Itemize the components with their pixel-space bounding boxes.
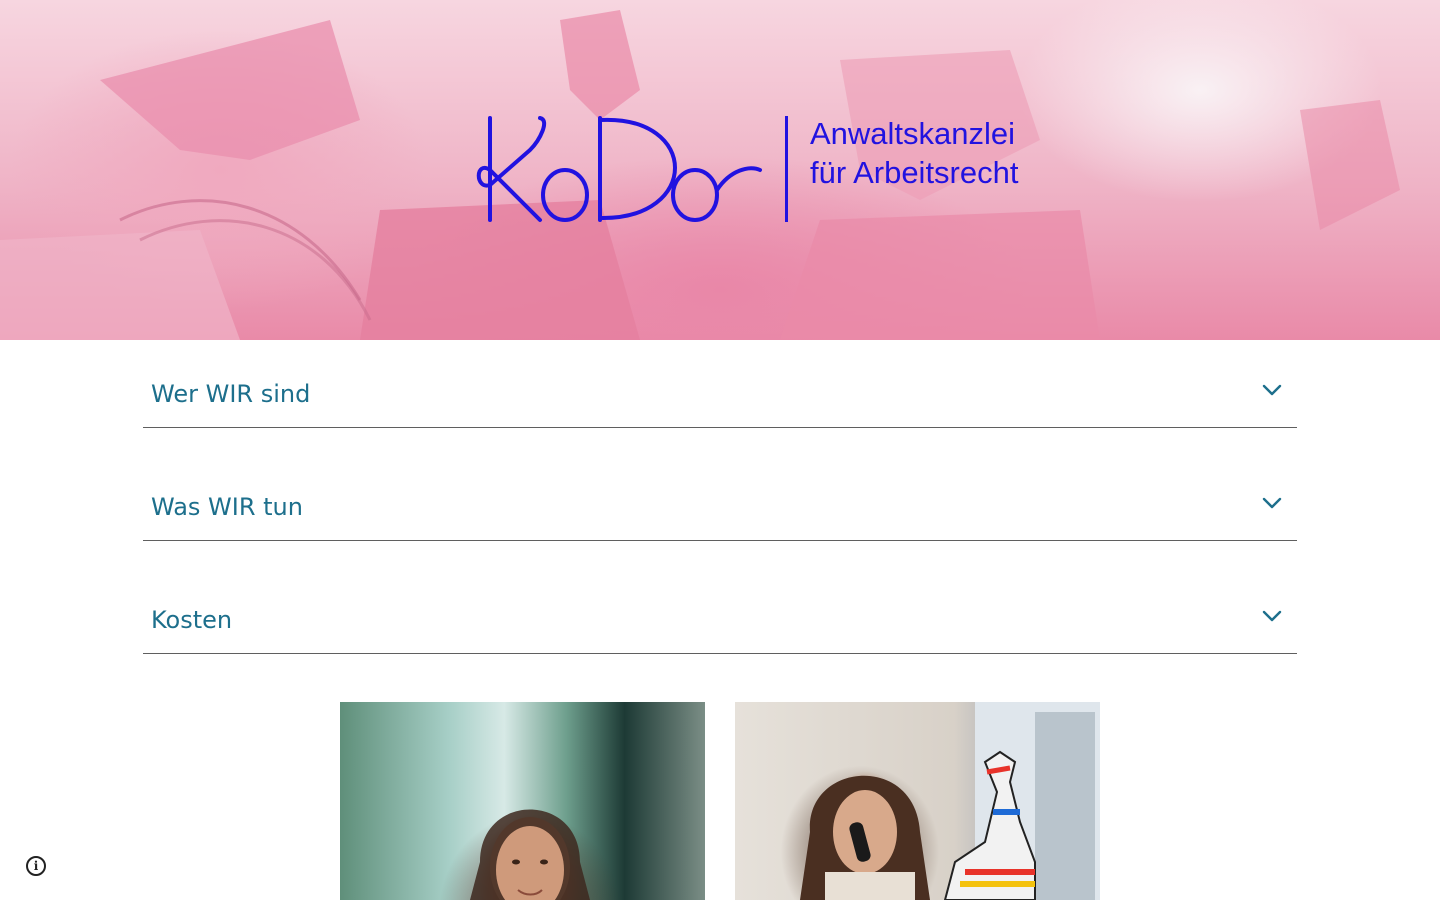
logo-tagline-line2: für Arbeitsrecht [810, 155, 1019, 190]
logo-tagline-line1: Anwaltskanzlei [810, 116, 1016, 151]
accordion-title: Wer WIR sind [151, 380, 311, 408]
kodo-wordmark-icon [476, 116, 762, 222]
accordion-title: Kosten [151, 606, 233, 634]
lawyer-portrait-2-on-phone [735, 702, 1100, 900]
chevron-down-icon[interactable] [1261, 495, 1283, 511]
logo-tagline: Anwaltskanzlei für Arbeitsrecht [810, 114, 1018, 192]
accordion-wer-wir-sind[interactable]: Wer WIR sind [143, 340, 1297, 428]
logo-divider [785, 116, 788, 222]
chevron-down-icon[interactable] [1261, 608, 1283, 624]
lawyer-portrait-1 [340, 702, 705, 900]
portrait-1-details [470, 809, 590, 900]
kodo-logo[interactable]: Anwaltskanzlei für Arbeitsrecht [470, 110, 1080, 230]
accordion-was-wir-tun[interactable]: Was WIR tun [143, 453, 1297, 541]
accordion-kosten[interactable]: Kosten [143, 566, 1297, 654]
chevron-down-icon[interactable] [1261, 382, 1283, 398]
header-banner: Anwaltskanzlei für Arbeitsrecht [0, 0, 1440, 340]
portrait-2-details [800, 702, 1100, 900]
accordion-title: Was WIR tun [151, 493, 303, 521]
info-icon[interactable]: i [26, 856, 46, 876]
